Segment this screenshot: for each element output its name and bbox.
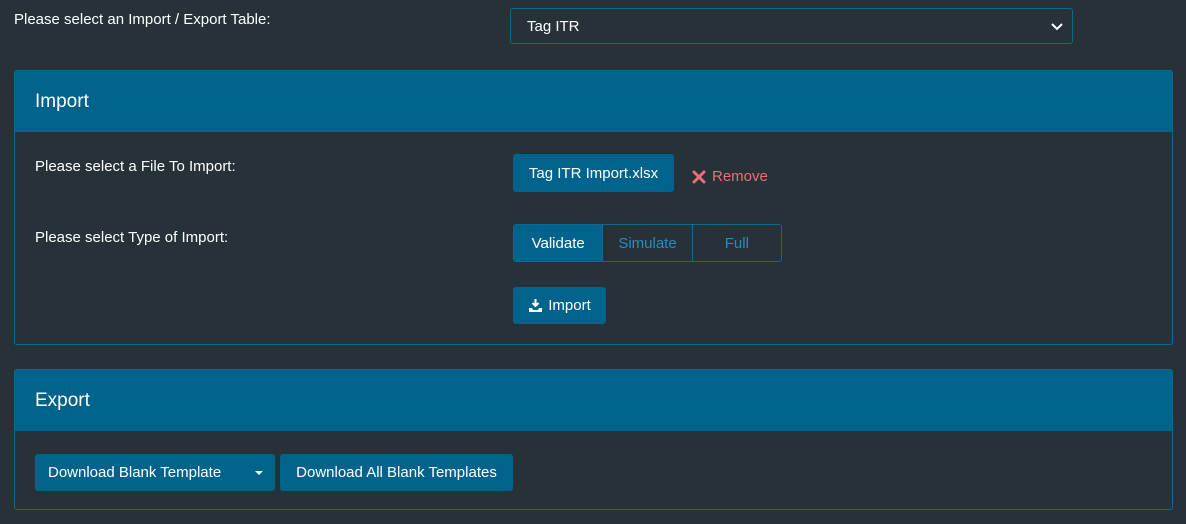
export-panel: Export Download Blank Template Download … [14,369,1173,510]
table-select-value: Tag ITR [527,17,580,35]
import-panel-header: Import [15,71,1172,132]
import-type-full[interactable]: Full [691,225,781,261]
import-type-toggle: Validate Simulate Full [513,224,782,262]
download-all-blank-templates-button[interactable]: Download All Blank Templates [280,454,513,491]
import-icon [529,299,543,312]
chevron-down-icon [1051,23,1063,31]
table-select-label: Please select an Import / Export Table: [14,11,271,28]
download-blank-template-split-button: Download Blank Template [35,454,275,491]
file-import-label: Please select a File To Import: [35,158,236,175]
import-type-validate-label: Validate [531,234,585,252]
download-blank-template-button[interactable]: Download Blank Template [35,454,243,491]
download-blank-template-label: Download Blank Template [48,464,222,481]
remove-file-label: Remove [712,168,768,185]
table-select[interactable]: Tag ITR [510,8,1073,44]
import-button[interactable]: Import [513,287,606,324]
import-type-simulate[interactable]: Simulate [602,225,692,261]
export-panel-header: Export [15,370,1172,431]
import-type-simulate-label: Simulate [618,234,677,252]
download-template-dropdown-toggle[interactable] [243,454,275,491]
caret-down-icon [255,470,263,475]
select-file-button[interactable]: Tag ITR Import.xlsx [513,154,674,192]
import-panel: Import Please select a File To Import: T… [14,70,1173,345]
export-panel-title: Export [35,389,90,411]
close-icon [692,170,706,183]
import-panel-title: Import [35,90,89,112]
select-file-button-label: Tag ITR Import.xlsx [528,164,659,182]
import-type-validate[interactable]: Validate [514,225,603,261]
import-export-page: Please select an Import / Export Table: … [0,0,1186,524]
remove-file-button[interactable]: Remove [692,168,768,185]
import-type-full-label: Full [724,234,749,252]
import-type-label: Please select Type of Import: [35,229,229,246]
import-button-label: Import [548,297,591,314]
download-all-blank-templates-label: Download All Blank Templates [296,464,497,481]
